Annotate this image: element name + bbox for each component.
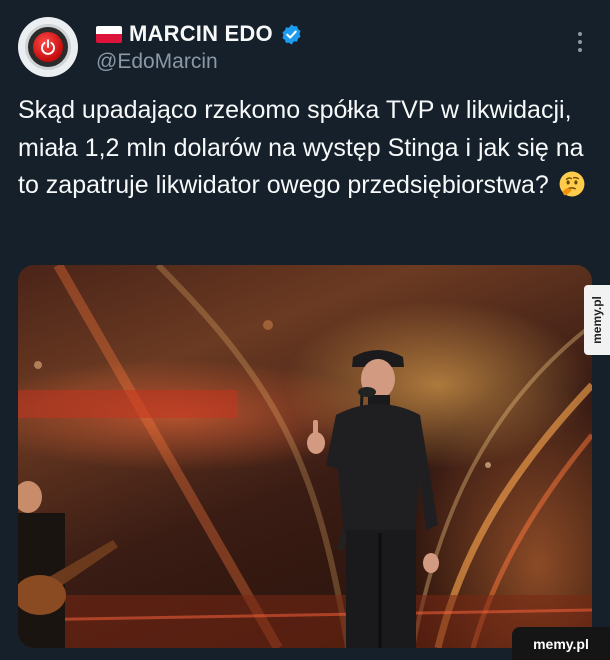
tweet-card: MARCIN EDO @EdoMarcin Skąd upadająco rze… (0, 0, 610, 660)
stage-photo (18, 265, 592, 648)
author-handle[interactable]: @EdoMarcin (96, 50, 218, 74)
avatar-ring (25, 24, 71, 70)
poland-flag-icon (96, 25, 122, 43)
watermark-side: memy.pl (584, 285, 610, 355)
thinking-face-emoji (559, 171, 585, 197)
tweet-body: Skąd upadająco rzekomo spółka TVP w likw… (18, 96, 584, 199)
more-options-icon[interactable] (570, 28, 590, 56)
tweet-media-photo[interactable] (18, 265, 592, 648)
author-name-row: MARCIN EDO (96, 21, 303, 47)
watermark-side-text: memy.pl (590, 296, 605, 344)
author-display-name[interactable]: MARCIN EDO (129, 21, 273, 47)
verified-badge-icon (282, 23, 301, 45)
power-button-icon (33, 32, 63, 62)
author-avatar[interactable] (18, 17, 78, 77)
tweet-text: Skąd upadająco rzekomo spółka TVP w likw… (18, 92, 593, 205)
watermark-corner: memy.pl (512, 627, 610, 660)
